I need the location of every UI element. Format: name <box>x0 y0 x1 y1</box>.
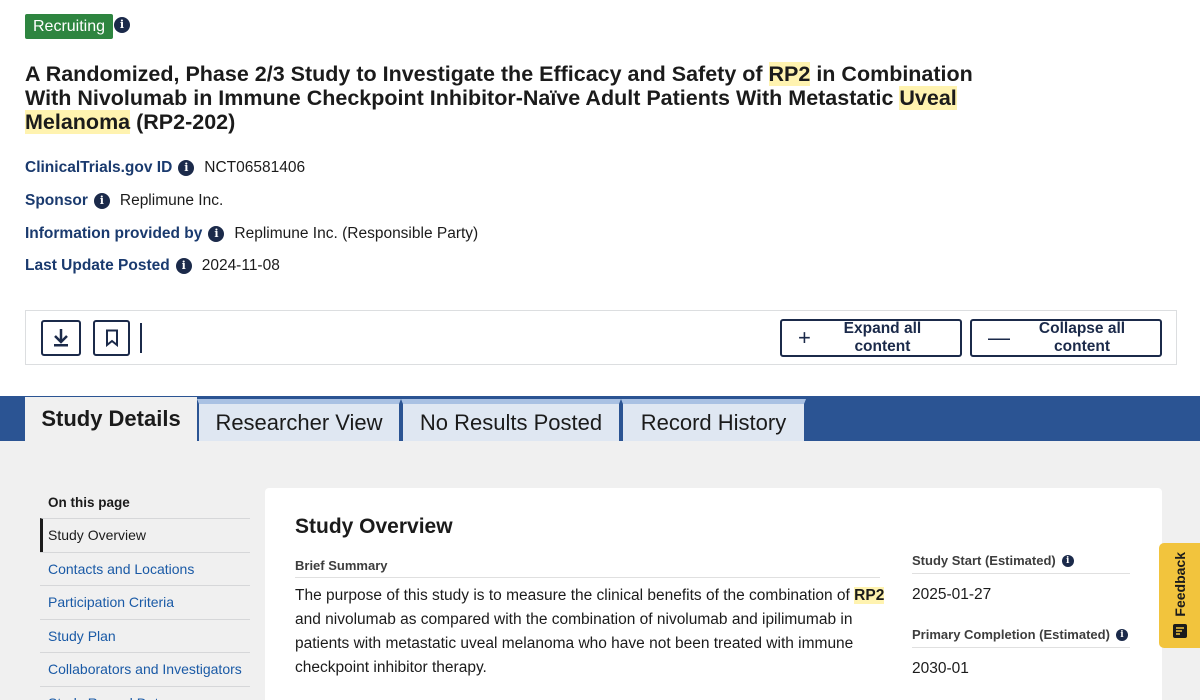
page-title: A Randomized, Phase 2/3 Study to Investi… <box>25 62 985 134</box>
summary-text: and nivolumab as compared with the combi… <box>295 611 854 676</box>
title-highlight-rp2: RP2 <box>768 62 811 86</box>
expand-all-button[interactable]: + Expand all content <box>780 319 962 357</box>
side-nav-heading: On this page <box>48 495 130 510</box>
section-title: Study Overview <box>295 515 453 538</box>
study-start-block: Study Start (Estimated) i 2025-01-27 <box>912 553 1130 604</box>
summary-highlight-rp2: RP2 <box>854 587 885 604</box>
bookmark-button[interactable] <box>93 320 130 356</box>
feedback-button[interactable]: Feedback <box>1159 543 1200 648</box>
side-nav-item-study-overview[interactable]: Study Overview <box>40 518 250 552</box>
tab-study-details[interactable]: Study Details <box>25 397 197 441</box>
toolbar-divider <box>140 323 142 353</box>
brief-summary-label: Brief Summary <box>295 558 880 578</box>
info-icon[interactable]: i <box>93 193 110 209</box>
side-nav-item-contacts-locations[interactable]: Contacts and Locations <box>40 551 250 586</box>
meta-value: Replimune Inc. (Responsible Party) <box>234 225 479 242</box>
side-nav: Study Overview Contacts and Locations Pa… <box>40 518 250 700</box>
brief-summary-text: The purpose of this study is to measure … <box>295 584 885 680</box>
info-icon[interactable]: i <box>175 258 192 274</box>
minus-icon: — <box>988 325 1010 350</box>
feedback-label: Feedback <box>1171 552 1188 617</box>
download-button[interactable] <box>41 320 81 356</box>
date-label-text: Study Start (Estimated) <box>912 553 1056 568</box>
side-nav-item-record-dates[interactable]: Study Record Dates <box>40 685 250 700</box>
info-icon[interactable]: i <box>114 17 130 33</box>
info-icon[interactable]: i <box>208 226 225 242</box>
title-text: A Randomized, Phase 2/3 Study to Investi… <box>25 62 769 86</box>
summary-text: The purpose of this study is to measure … <box>295 587 855 604</box>
tab-no-results-posted[interactable]: No Results Posted <box>401 399 621 441</box>
side-nav-item-collaborators[interactable]: Collaborators and Investigators <box>40 652 250 686</box>
primary-completion-block: Primary Completion (Estimated) i 2030-01 <box>912 627 1130 678</box>
info-icon[interactable]: i <box>1115 628 1128 641</box>
tab-researcher-view[interactable]: Researcher View <box>197 399 401 441</box>
study-start-label: Study Start (Estimated) i <box>912 553 1130 574</box>
meta-row-last-update: Last Update Posted i 2024-11-08 <box>25 257 280 275</box>
bookmark-icon <box>105 329 118 347</box>
download-icon <box>54 329 68 347</box>
info-icon[interactable]: i <box>178 160 195 176</box>
primary-completion-label: Primary Completion (Estimated) i <box>912 627 1130 648</box>
meta-row-nct-id: ClinicalTrials.gov ID i NCT06581406 <box>25 159 305 177</box>
study-overview-card: Study Overview Brief Summary The purpose… <box>265 488 1162 700</box>
meta-label: ClinicalTrials.gov ID <box>25 159 173 176</box>
tab-bar: Study Details Researcher View No Results… <box>0 396 1200 441</box>
toolbar: + Expand all content — Collapse all cont… <box>25 310 1177 365</box>
status-badge: Recruiting <box>25 14 114 39</box>
meta-value: NCT06581406 <box>204 159 306 176</box>
meta-value: Replimune Inc. <box>119 192 224 209</box>
meta-label: Information provided by <box>25 225 203 242</box>
study-start-value: 2025-01-27 <box>912 586 992 603</box>
expand-all-label: Expand all content <box>843 320 922 355</box>
feedback-icon <box>1172 623 1187 638</box>
collapse-all-button[interactable]: — Collapse all content <box>970 319 1162 357</box>
meta-row-info-provided: Information provided by i Replimune Inc.… <box>25 225 478 243</box>
title-text: (RP2-202) <box>130 110 236 134</box>
meta-row-sponsor: Sponsor i Replimune Inc. <box>25 192 223 210</box>
side-nav-item-participation-criteria[interactable]: Participation Criteria <box>40 585 250 619</box>
plus-icon: + <box>798 325 811 350</box>
meta-label: Last Update Posted <box>25 257 170 274</box>
info-icon[interactable]: i <box>1061 554 1074 567</box>
collapse-all-label: Collapse all content <box>1038 320 1126 355</box>
tab-record-history[interactable]: Record History <box>621 399 806 441</box>
date-label-text: Primary Completion (Estimated) <box>912 627 1110 642</box>
side-nav-item-study-plan[interactable]: Study Plan <box>40 618 250 653</box>
meta-value: 2024-11-08 <box>201 257 280 274</box>
primary-completion-value: 2030-01 <box>912 660 969 677</box>
meta-label: Sponsor <box>25 192 88 209</box>
